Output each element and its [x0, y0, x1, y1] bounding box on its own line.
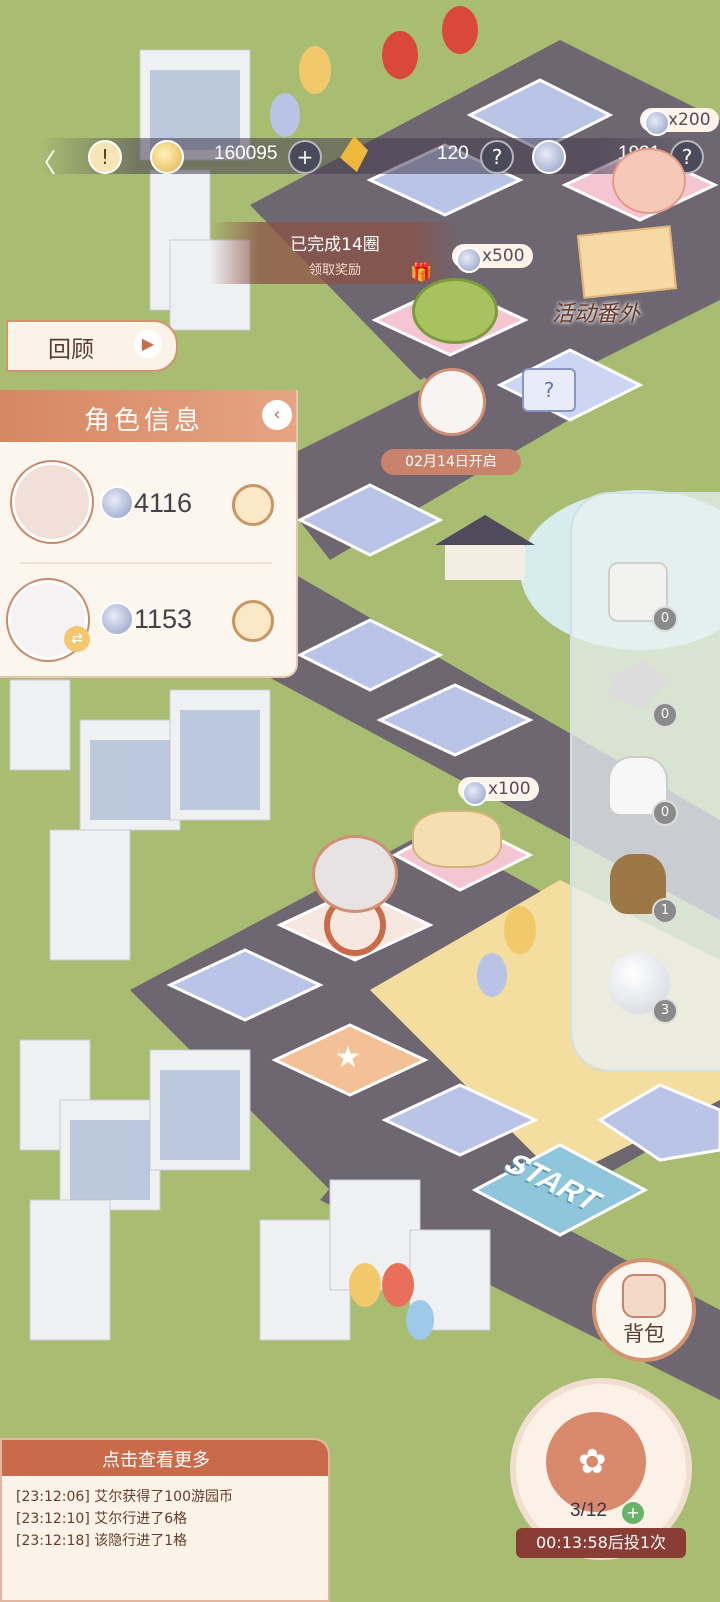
- snowball-count: 3: [652, 998, 678, 1024]
- back-arrow-icon[interactable]: 〈: [30, 143, 70, 179]
- swap-icon[interactable]: ⇄: [64, 626, 90, 652]
- coin-icon: [456, 247, 482, 273]
- mystery-box-icon: ?: [522, 368, 576, 412]
- laps-text: 已完成14圈: [290, 235, 380, 255]
- glove-count: 0: [652, 800, 678, 826]
- reward-tag-100: x100: [458, 777, 539, 806]
- flower-icon: ✿: [578, 1442, 607, 1482]
- lotus-leaf-item-icon: [412, 278, 498, 344]
- log-lines: [23:12:06] 艾尔获得了100游园币 [23:12:10] 艾尔行进了6…: [16, 1486, 233, 1552]
- backpack-button[interactable]: 背包: [592, 1258, 696, 1362]
- dice-item[interactable]: 0: [604, 558, 678, 632]
- backpack-label: 背包: [623, 1322, 665, 1346]
- role-2-coins: 1153: [134, 604, 193, 634]
- sack-count: 1: [652, 898, 678, 924]
- role-info-title: 角色信息: [84, 406, 205, 436]
- event-film-icon[interactable]: [576, 225, 678, 299]
- role-avatar-brown-hair[interactable]: [12, 462, 92, 542]
- coin-icon: [462, 780, 488, 806]
- event-special-label[interactable]: 活动番外: [552, 296, 640, 328]
- role-info-panel: 角色信息 ‹ 4116 ⇄ 1153: [0, 390, 298, 678]
- play-icon: ▶: [134, 330, 162, 358]
- money-bag-tile-icon: ★: [334, 1040, 362, 1075]
- log-header-text[interactable]: 点击查看更多: [102, 1446, 210, 1472]
- shuffle-item[interactable]: 0: [604, 654, 678, 728]
- divider: [20, 562, 272, 564]
- role-2-gift-icon[interactable]: [232, 600, 274, 642]
- role-1-coins: 4116: [134, 488, 193, 518]
- collapse-panel-button[interactable]: ‹: [262, 400, 292, 430]
- currency-2-value: 120: [437, 143, 469, 164]
- log-panel[interactable]: 点击查看更多 [23:12:06] 艾尔获得了100游园币 [23:12:10]…: [0, 1438, 330, 1602]
- log-line-3: [23:12:18] 该隐行进了1格: [16, 1533, 188, 1549]
- reward-tag-top: x200: [640, 108, 719, 136]
- roll-counter: 3/12: [570, 1500, 607, 1521]
- shuffle-count: 0: [652, 702, 678, 728]
- currency-1-value: 160095: [214, 143, 278, 164]
- dice-count: 0: [652, 606, 678, 632]
- roll-timer: 00:13:58后投1次: [516, 1528, 686, 1558]
- snowball-item[interactable]: 3: [604, 950, 678, 1024]
- coin-icon: [100, 486, 134, 520]
- review-button[interactable]: 回顾 ▶: [6, 320, 178, 372]
- player-token-silver-hair[interactable]: [418, 368, 486, 436]
- gift-icon[interactable]: 🎁: [410, 262, 432, 283]
- exclamation-icon[interactable]: !: [88, 140, 122, 174]
- log-line-1: [23:12:06] 艾尔获得了100游园币: [16, 1489, 233, 1505]
- gold-coin-icon: [150, 140, 184, 174]
- log-line-2: [23:12:10] 艾尔行进了6格: [16, 1511, 188, 1527]
- add-currency-button[interactable]: +: [288, 140, 322, 174]
- silver-coin-icon: [532, 140, 566, 174]
- review-label: 回顾: [48, 337, 94, 363]
- add-roll-button[interactable]: +: [622, 1502, 644, 1524]
- reward-100-text: x100: [488, 779, 531, 799]
- pastry-item-icon: [412, 810, 502, 868]
- help-button[interactable]: ?: [480, 140, 514, 174]
- coin-icon: [644, 110, 670, 136]
- reward-tag-500: x500: [452, 244, 533, 273]
- glove-item[interactable]: 0: [604, 752, 678, 826]
- reward-500-text: x500: [482, 246, 525, 266]
- coin-icon: [100, 602, 134, 636]
- reward-tag-text: x200: [668, 110, 711, 130]
- bun-item-icon: [612, 148, 686, 214]
- player-token-dark-hair[interactable]: [312, 835, 398, 913]
- backpack-icon: [622, 1274, 666, 1318]
- unlock-date-label: 02月14日开启: [381, 449, 521, 475]
- sack-item[interactable]: 1: [604, 850, 678, 924]
- role-1-gift-icon[interactable]: [232, 484, 274, 526]
- currency-bar: [40, 138, 700, 174]
